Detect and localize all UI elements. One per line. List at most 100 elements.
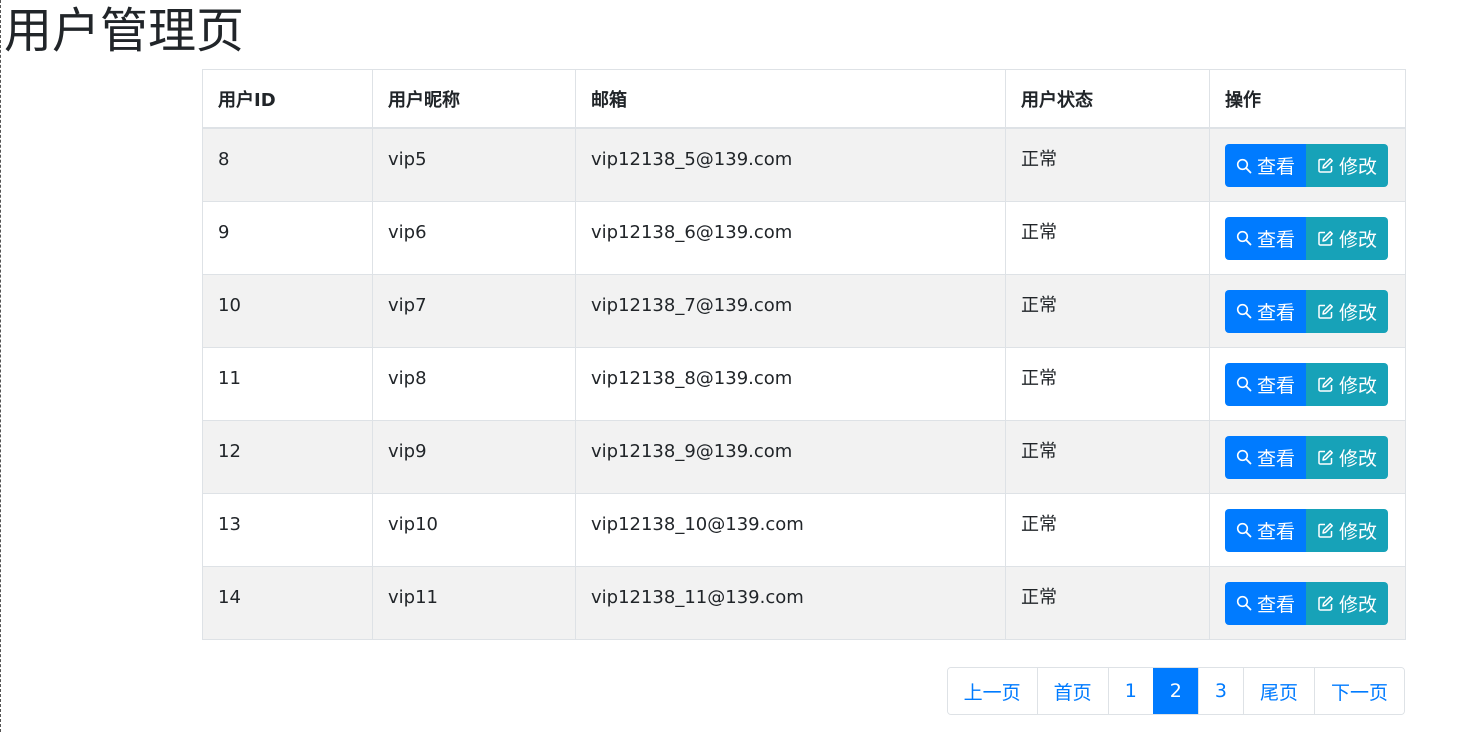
search-icon	[1236, 158, 1252, 174]
edit-button-label: 修改	[1338, 156, 1377, 178]
search-icon	[1236, 230, 1252, 246]
cell-email: vip12138_11@139.com	[575, 565, 1006, 640]
table-row: 14 vip11 vip12138_11@139.com 正常 查看 修改	[202, 565, 1406, 640]
cell-user-id: 11	[202, 346, 373, 421]
cell-user-id: 13	[202, 492, 373, 567]
pagination-prev[interactable]: 上一页	[947, 668, 1037, 714]
cell-user-id: 12	[202, 419, 373, 494]
edit-icon	[1317, 595, 1334, 612]
cell-nickname: vip5	[372, 127, 576, 202]
edit-icon	[1317, 449, 1334, 466]
header-nickname: 用户昵称	[372, 69, 576, 129]
cell-status: 正常	[1005, 346, 1210, 421]
cell-email: vip12138_9@139.com	[575, 419, 1006, 494]
cell-nickname: vip8	[372, 346, 576, 421]
pagination: 上一页 首页 1 2 3 尾页 下一页	[946, 667, 1405, 715]
cell-nickname: vip7	[372, 273, 576, 348]
view-button[interactable]: 查看	[1225, 362, 1306, 406]
view-button-label: 查看	[1256, 520, 1295, 543]
edit-icon	[1317, 522, 1334, 539]
edit-button[interactable]: 修改	[1306, 362, 1388, 406]
cell-nickname: vip11	[372, 565, 576, 640]
cell-status: 正常	[1005, 565, 1210, 640]
edit-icon	[1317, 376, 1334, 393]
row-action-group: 查看 修改	[1225, 216, 1388, 260]
edit-button-label: 修改	[1338, 301, 1377, 324]
edit-button[interactable]: 修改	[1306, 508, 1388, 552]
cell-status: 正常	[1005, 127, 1210, 202]
table-row: 8 vip5 vip12138_5@139.com 正常 查看 修改	[202, 127, 1406, 202]
edit-icon	[1317, 157, 1334, 174]
cell-actions: 查看 修改	[1209, 127, 1406, 202]
edit-button[interactable]: 修改	[1306, 289, 1388, 333]
cell-status: 正常	[1005, 273, 1210, 348]
row-action-group: 查看 修改	[1225, 508, 1388, 552]
row-action-group: 查看 修改	[1225, 144, 1388, 187]
view-button-label: 查看	[1256, 593, 1295, 616]
cell-status: 正常	[1005, 200, 1210, 275]
view-button[interactable]: 查看	[1225, 289, 1306, 333]
pagination-page-2[interactable]: 2	[1152, 668, 1198, 714]
cell-status: 正常	[1005, 492, 1210, 567]
cell-user-id: 9	[202, 200, 373, 275]
header-email: 邮箱	[575, 69, 1006, 129]
edit-button-label: 修改	[1338, 228, 1377, 251]
cell-actions: 查看 修改	[1209, 200, 1406, 275]
edit-button-label: 修改	[1338, 593, 1377, 616]
table-row: 10 vip7 vip12138_7@139.com 正常 查看 修改	[202, 273, 1406, 348]
search-icon	[1236, 449, 1252, 465]
cell-email: vip12138_7@139.com	[575, 273, 1006, 348]
cell-actions: 查看 修改	[1209, 273, 1406, 348]
edit-icon	[1317, 303, 1334, 320]
user-table: 用户ID 用户昵称 邮箱 用户状态 操作 8 vip5 vip12138_5@139…	[202, 69, 1406, 640]
header-user-id: 用户ID	[202, 69, 373, 129]
table-row: 12 vip9 vip12138_9@139.com 正常 查看 修改	[202, 419, 1406, 494]
view-button-label: 查看	[1256, 374, 1295, 397]
view-button[interactable]: 查看	[1225, 435, 1306, 479]
search-icon	[1236, 303, 1252, 319]
pagination-last[interactable]: 尾页	[1242, 668, 1314, 714]
view-button-label: 查看	[1256, 447, 1295, 470]
cell-actions: 查看 修改	[1209, 346, 1406, 421]
view-button-label: 查看	[1256, 228, 1295, 251]
cell-actions: 查看 修改	[1209, 565, 1406, 640]
table-row: 11 vip8 vip12138_8@139.com 正常 查看 修改	[202, 346, 1406, 421]
cell-status: 正常	[1005, 419, 1210, 494]
view-button-label: 查看	[1256, 156, 1295, 178]
view-button[interactable]: 查看	[1225, 144, 1306, 187]
row-action-group: 查看 修改	[1225, 435, 1388, 479]
cell-actions: 查看 修改	[1209, 492, 1406, 567]
edit-button-label: 修改	[1338, 447, 1377, 470]
edit-icon	[1317, 230, 1334, 247]
edit-button[interactable]: 修改	[1306, 216, 1388, 260]
page-left-border	[0, 0, 1, 732]
cell-actions: 查看 修改	[1209, 419, 1406, 494]
user-table-container: 用户ID 用户昵称 邮箱 用户状态 操作 8 vip5 vip12138_5@139…	[202, 69, 1406, 640]
page-title: 用户管理页	[4, 3, 245, 59]
pagination-next[interactable]: 下一页	[1313, 668, 1404, 714]
pagination-page-3[interactable]: 3	[1197, 668, 1243, 714]
cell-nickname: vip10	[372, 492, 576, 567]
view-button-label: 查看	[1256, 301, 1295, 324]
cell-user-id: 10	[202, 273, 373, 348]
pagination-page-1[interactable]: 1	[1107, 668, 1153, 714]
row-action-group: 查看 修改	[1225, 289, 1388, 333]
view-button[interactable]: 查看	[1225, 216, 1306, 260]
edit-button[interactable]: 修改	[1306, 581, 1388, 625]
table-row: 9 vip6 vip12138_6@139.com 正常 查看 修改	[202, 200, 1406, 275]
cell-email: vip12138_5@139.com	[575, 127, 1006, 202]
search-icon	[1236, 595, 1252, 611]
edit-button[interactable]: 修改	[1306, 435, 1388, 479]
header-status: 用户状态	[1005, 69, 1210, 129]
pagination-first[interactable]: 首页	[1036, 668, 1108, 714]
table-header-row: 用户ID 用户昵称 邮箱 用户状态 操作	[202, 69, 1406, 129]
view-button[interactable]: 查看	[1225, 581, 1306, 625]
cell-email: vip12138_10@139.com	[575, 492, 1006, 567]
view-button[interactable]: 查看	[1225, 508, 1306, 552]
cell-nickname: vip9	[372, 419, 576, 494]
search-icon	[1236, 376, 1252, 392]
edit-button[interactable]: 修改	[1306, 144, 1388, 187]
cell-email: vip12138_6@139.com	[575, 200, 1006, 275]
row-action-group: 查看 修改	[1225, 362, 1388, 406]
edit-button-label: 修改	[1338, 374, 1377, 397]
